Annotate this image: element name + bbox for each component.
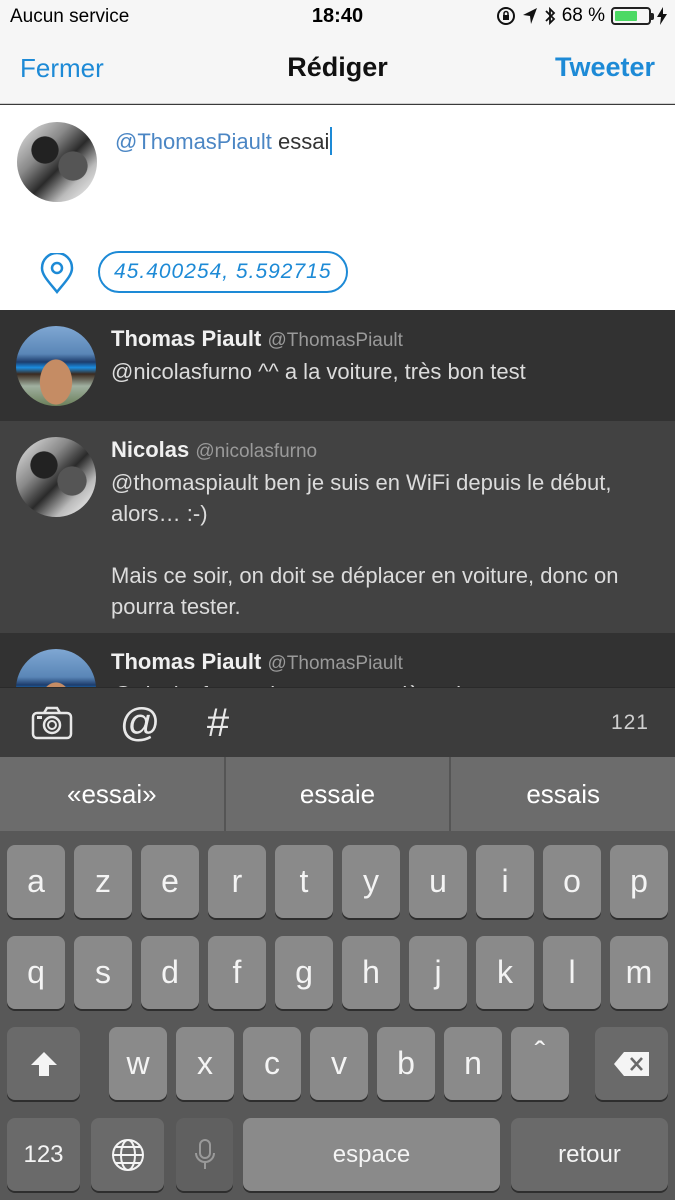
tweet-text: @nicolasfurno alors ces premières heures… bbox=[111, 679, 656, 687]
avatar bbox=[17, 122, 97, 202]
shift-arrow-icon bbox=[30, 1051, 57, 1076]
avatar bbox=[16, 326, 96, 406]
key-u[interactable]: u bbox=[409, 845, 467, 918]
key-x[interactable]: x bbox=[176, 1027, 234, 1100]
key-p[interactable]: p bbox=[610, 845, 668, 918]
suggestion-item[interactable]: essaie bbox=[226, 757, 452, 831]
key-k[interactable]: k bbox=[476, 936, 534, 1009]
battery-percent: 68 % bbox=[561, 5, 605, 26]
avatar bbox=[16, 437, 96, 517]
tweet-item[interactable]: Thomas Piault @ThomasPiault @nicolasfurn… bbox=[0, 310, 675, 421]
space-key[interactable]: espace bbox=[243, 1118, 500, 1191]
suggestion-item[interactable]: essais bbox=[451, 757, 675, 831]
key-d[interactable]: d bbox=[141, 936, 199, 1009]
location-coordinates[interactable]: 45.400254, 5.592715 bbox=[98, 251, 348, 293]
key-circumflex[interactable]: ˆ bbox=[511, 1027, 569, 1100]
orientation-lock-icon bbox=[496, 7, 515, 25]
tweet-author-handle: @nicolasfurno bbox=[195, 441, 318, 462]
key-q[interactable]: q bbox=[7, 936, 65, 1009]
character-count: 121 bbox=[610, 711, 649, 734]
tweet-author-handle: @ThomasPiault bbox=[267, 653, 403, 674]
key-n[interactable]: n bbox=[444, 1027, 502, 1100]
key-t[interactable]: t bbox=[275, 845, 333, 918]
key-c[interactable]: c bbox=[243, 1027, 301, 1100]
key-l[interactable]: l bbox=[543, 936, 601, 1009]
key-g[interactable]: g bbox=[275, 936, 333, 1009]
compose-mention: @ThomasPiault bbox=[115, 129, 272, 154]
key-j[interactable]: j bbox=[409, 936, 467, 1009]
dictation-key[interactable] bbox=[176, 1118, 233, 1191]
tweet-button[interactable]: Tweeter bbox=[555, 52, 655, 83]
key-z[interactable]: z bbox=[74, 845, 132, 918]
tweet-author-name: Thomas Piault bbox=[111, 649, 262, 674]
compose-toolbar: @ # 121 bbox=[0, 687, 675, 757]
compose-area: @ThomasPiault essai 45.400254, 5.592715 bbox=[0, 105, 675, 310]
hashtag-button[interactable]: # bbox=[198, 700, 238, 745]
tweet-item[interactable]: Thomas Piault @ThomasPiault @nicolasfurn… bbox=[0, 633, 675, 687]
tweet-author-name: Thomas Piault bbox=[111, 326, 262, 351]
globe-key[interactable] bbox=[91, 1118, 164, 1191]
tweet-text: @nicolasfurno ^^ a la voiture, très bon … bbox=[111, 359, 526, 384]
text-caret bbox=[330, 127, 333, 155]
compose-typed-text: essai bbox=[277, 129, 330, 154]
key-i[interactable]: i bbox=[476, 845, 534, 918]
battery-icon bbox=[611, 7, 654, 25]
tweet-text: @thomaspiault ben je suis en WiFi depuis… bbox=[111, 470, 619, 619]
tweet-author-handle: @ThomasPiault bbox=[267, 330, 403, 351]
avatar bbox=[16, 649, 96, 687]
status-bar: Aucun service 18:40 68 % bbox=[0, 0, 675, 34]
tweet-author-name: Nicolas bbox=[111, 437, 190, 462]
at-sign-icon: @ bbox=[119, 700, 161, 745]
keyboard: a z e r t y u i o p q s d f g h j k l m … bbox=[0, 831, 675, 1200]
close-button[interactable]: Fermer bbox=[20, 53, 104, 84]
backspace-key[interactable] bbox=[595, 1027, 668, 1100]
timeline: Thomas Piault @ThomasPiault @nicolasfurn… bbox=[0, 310, 675, 687]
globe-icon bbox=[111, 1138, 144, 1171]
key-f[interactable]: f bbox=[208, 936, 266, 1009]
microphone-icon bbox=[194, 1138, 215, 1169]
hashtag-icon: # bbox=[206, 700, 230, 745]
key-m[interactable]: m bbox=[610, 936, 668, 1009]
camera-button[interactable] bbox=[30, 702, 74, 744]
key-o[interactable]: o bbox=[543, 845, 601, 918]
key-b[interactable]: b bbox=[377, 1027, 435, 1100]
location-arrow-icon bbox=[522, 8, 537, 24]
key-h[interactable]: h bbox=[342, 936, 400, 1009]
nav-bar: Fermer Rédiger Tweeter bbox=[0, 34, 675, 104]
key-v[interactable]: v bbox=[310, 1027, 368, 1100]
return-key[interactable]: retour bbox=[511, 1118, 668, 1191]
camera-icon bbox=[31, 706, 73, 740]
tweet-item[interactable]: Nicolas @nicolasfurno @thomaspiault ben … bbox=[0, 421, 675, 633]
backspace-icon bbox=[613, 1051, 649, 1076]
key-e[interactable]: e bbox=[141, 845, 199, 918]
mention-button[interactable]: @ bbox=[118, 700, 162, 745]
shift-key[interactable] bbox=[7, 1027, 80, 1100]
bluetooth-icon bbox=[545, 6, 555, 26]
key-y[interactable]: y bbox=[342, 845, 400, 918]
suggestion-bar: «essai» essaie essais bbox=[0, 757, 675, 831]
compose-text-field[interactable]: @ThomasPiault essai bbox=[115, 127, 333, 155]
key-s[interactable]: s bbox=[74, 936, 132, 1009]
key-a[interactable]: a bbox=[7, 845, 65, 918]
suggestion-item[interactable]: «essai» bbox=[0, 757, 226, 831]
location-pin-icon[interactable] bbox=[38, 253, 76, 295]
key-r[interactable]: r bbox=[208, 845, 266, 918]
key-w[interactable]: w bbox=[109, 1027, 167, 1100]
numbers-key[interactable]: 123 bbox=[7, 1118, 80, 1191]
charging-bolt-icon bbox=[657, 7, 667, 25]
